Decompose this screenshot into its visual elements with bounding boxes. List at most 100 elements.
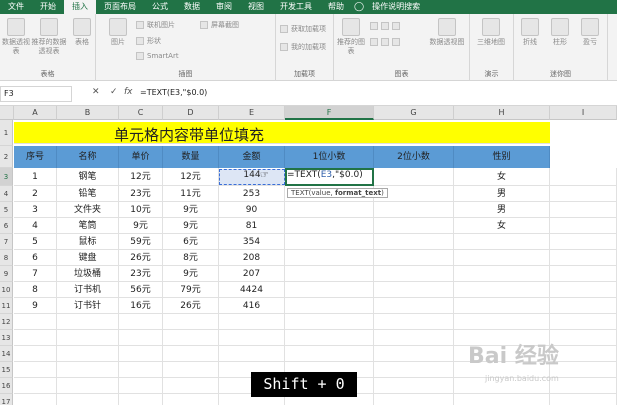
table-cell[interactable] — [550, 394, 617, 405]
table-cell[interactable]: 9 — [14, 298, 57, 314]
table-cell[interactable] — [163, 394, 219, 405]
active-cell-f3[interactable]: =TEXT(E3,"$0.0) — [285, 168, 374, 186]
tab-view[interactable]: 视图 — [240, 0, 272, 14]
table-cell[interactable]: 8 — [14, 282, 57, 298]
row-header[interactable]: 9 — [0, 266, 13, 282]
table-cell[interactable] — [550, 168, 617, 186]
table-cell[interactable] — [163, 362, 219, 378]
column-header-g[interactable]: G — [374, 106, 454, 120]
referenced-cell-e3[interactable]: 144 — [219, 169, 285, 185]
table-cell[interactable] — [550, 234, 617, 250]
table-cell[interactable] — [57, 314, 119, 330]
column-header-i[interactable]: I — [550, 106, 617, 120]
cancel-icon[interactable]: ✕ — [92, 87, 100, 97]
table-cell[interactable] — [285, 314, 374, 330]
table-cell[interactable] — [550, 202, 617, 218]
table-cell[interactable] — [219, 346, 285, 362]
sparkline-line-button[interactable]: 折线 — [518, 18, 542, 47]
table-cell[interactable]: 16元 — [119, 298, 163, 314]
table-cell[interactable] — [374, 266, 454, 282]
row-header[interactable]: 3 — [0, 168, 13, 186]
table-cell[interactable] — [119, 346, 163, 362]
table-button[interactable]: 表格 — [70, 18, 94, 47]
pivot-table-button[interactable]: 数据透视表 — [2, 18, 30, 56]
table-cell[interactable] — [285, 266, 374, 282]
table-cell[interactable] — [285, 202, 374, 218]
tab-page-layout[interactable]: 页面布局 — [96, 0, 144, 14]
table-cell[interactable] — [550, 314, 617, 330]
name-box[interactable]: F3 — [0, 86, 72, 102]
table-cell[interactable]: 56元 — [119, 282, 163, 298]
shapes-button[interactable]: 形状 — [136, 36, 161, 46]
table-cell[interactable] — [119, 330, 163, 346]
my-addins-button[interactable]: 我的加载项 — [280, 42, 326, 52]
tab-formulas[interactable]: 公式 — [144, 0, 176, 14]
picture-button[interactable]: 图片 — [106, 18, 130, 47]
row-header[interactable]: 17 — [0, 394, 13, 405]
table-cell[interactable] — [454, 282, 550, 298]
screenshot-button[interactable]: 屏幕截图 — [200, 20, 239, 30]
table-cell[interactable] — [550, 266, 617, 282]
header-cell[interactable]: 金额 — [219, 146, 285, 168]
online-picture-button[interactable]: 联机图片 — [136, 20, 175, 30]
pivot-chart-button[interactable]: 数据透视图 — [426, 18, 468, 47]
table-cell[interactable] — [374, 202, 454, 218]
table-cell[interactable] — [374, 168, 454, 186]
table-cell[interactable] — [550, 378, 617, 394]
table-cell[interactable]: 男 — [454, 186, 550, 202]
table-cell[interactable]: 26元 — [163, 298, 219, 314]
table-cell[interactable]: 订书机 — [57, 282, 119, 298]
table-cell[interactable] — [454, 266, 550, 282]
table-cell[interactable]: 2 — [14, 186, 57, 202]
table-cell[interactable]: 4 — [14, 218, 57, 234]
get-addins-button[interactable]: 获取加载项 — [280, 24, 326, 34]
tab-file[interactable]: 文件 — [0, 0, 32, 14]
table-cell[interactable]: 12元 — [163, 168, 219, 186]
table-cell[interactable]: 钢笔 — [57, 168, 119, 186]
table-cell[interactable]: 253 — [219, 186, 285, 202]
recommended-charts-button[interactable]: 推荐的图表 — [336, 18, 366, 56]
recommended-pivot-button[interactable]: 推荐的数据透视表 — [30, 18, 68, 56]
header-cell[interactable]: 序号 — [14, 146, 57, 168]
column-header-h[interactable]: H — [454, 106, 550, 120]
table-cell[interactable] — [14, 362, 57, 378]
sparkline-winloss-button[interactable]: 盈亏 — [578, 18, 602, 47]
enter-icon[interactable]: ✓ — [110, 87, 118, 97]
column-header-e[interactable]: E — [219, 106, 285, 120]
header-cell[interactable]: 性别 — [454, 146, 550, 168]
formula-input[interactable]: =TEXT(E3,"$0.0) — [140, 88, 207, 97]
table-cell[interactable]: 男 — [454, 202, 550, 218]
table-cell[interactable]: 订书针 — [57, 298, 119, 314]
table-cell[interactable]: 81 — [219, 218, 285, 234]
table-cell[interactable] — [454, 314, 550, 330]
row-header[interactable]: 7 — [0, 234, 13, 250]
table-cell[interactable] — [374, 218, 454, 234]
row-header[interactable]: 2 — [0, 146, 13, 168]
table-cell[interactable] — [374, 346, 454, 362]
row-header[interactable]: 13 — [0, 330, 13, 346]
table-cell[interactable] — [550, 186, 617, 202]
table-cell[interactable]: 键盘 — [57, 250, 119, 266]
table-cell[interactable] — [163, 314, 219, 330]
table-cell[interactable] — [14, 330, 57, 346]
table-cell[interactable]: 5 — [14, 234, 57, 250]
tab-data[interactable]: 数据 — [176, 0, 208, 14]
smartart-button[interactable]: SmartArt — [136, 52, 179, 60]
table-cell[interactable]: 4424 — [219, 282, 285, 298]
table-cell[interactable] — [219, 314, 285, 330]
table-cell[interactable] — [374, 250, 454, 266]
row-header[interactable]: 10 — [0, 282, 13, 298]
table-cell[interactable] — [550, 298, 617, 314]
table-cell[interactable] — [454, 298, 550, 314]
table-cell[interactable]: 8元 — [163, 250, 219, 266]
table-cell[interactable]: 笔筒 — [57, 218, 119, 234]
table-cell[interactable] — [374, 234, 454, 250]
table-cell[interactable]: 23元 — [119, 266, 163, 282]
table-cell[interactable]: 90 — [219, 202, 285, 218]
table-cell[interactable] — [163, 330, 219, 346]
table-cell[interactable]: 23元 — [119, 186, 163, 202]
row-header[interactable]: 16 — [0, 378, 13, 394]
table-cell[interactable] — [163, 346, 219, 362]
table-cell[interactable] — [454, 250, 550, 266]
tab-home[interactable]: 开始 — [32, 0, 64, 14]
